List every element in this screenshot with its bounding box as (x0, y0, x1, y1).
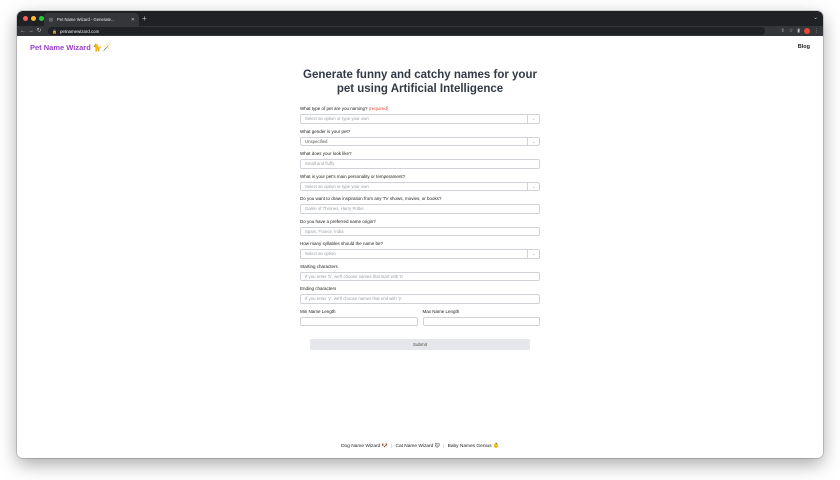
pet-type-field: What type of pet are you naming? (requir… (300, 106, 540, 124)
globe-icon: ◎ (48, 16, 54, 23)
window-controls (23, 16, 44, 21)
origin-label: Do you have a preferred name origin? (300, 218, 376, 224)
pet-type-label: What type of pet are you naming? (requir… (300, 106, 540, 112)
required-marker: (required) (368, 106, 389, 111)
inspiration-field: Do you want to draw inspiration from any… (300, 196, 540, 214)
max-length-input[interactable] (422, 316, 540, 326)
profile-avatar[interactable] (804, 28, 810, 34)
browser-toolbar: ← → ↻ 🔒 petnamewizard.com ⇪ ☆ ▮ ⋮ (17, 26, 823, 36)
url-text: petnamewizard.com (59, 28, 100, 34)
footer-links: Dog Name Wizard 🐶 | Cat Name Wizard 🐱 | … (17, 444, 823, 449)
baby-names-genius-link[interactable]: Baby Names Genius 👶 (448, 444, 499, 449)
chevron-down-icon[interactable]: ⌄ (813, 13, 818, 24)
min-length-label: Min Name Length (300, 308, 336, 314)
chevron-down-icon[interactable]: ⌄ (527, 182, 539, 191)
minimize-window-button[interactable] (31, 16, 36, 21)
gender-field: What gender is your pet? Unspecified ⌄ (300, 128, 540, 146)
tab-bar: ◎ Pet Name Wizard - Generate... ✕ + ⌄ (17, 11, 823, 26)
starting-label: Starting characters (300, 263, 338, 269)
ending-label: Ending characters (300, 286, 337, 291)
browser-window: ◎ Pet Name Wizard - Generate... ✕ + ⌄ ← … (17, 11, 823, 458)
inspiration-input[interactable]: Game of Thrones, Harry Potter (300, 204, 540, 214)
footer-separator: | (443, 444, 445, 449)
personality-label: What is your pet's main personality or t… (300, 173, 406, 179)
browser-tab[interactable]: ◎ Pet Name Wizard - Generate... ✕ (44, 13, 139, 26)
pet-name-form: What type of pet are you naming? (requir… (300, 106, 540, 350)
look-input[interactable]: Small and fluffy (300, 159, 540, 169)
origin-input[interactable]: Spain, France, India (300, 226, 540, 236)
page-title-text: Generate funny and catchy names for your… (303, 69, 537, 95)
pet-type-placeholder: Select an option or type your own (305, 116, 369, 121)
bookmark-star-icon[interactable]: ☆ (789, 28, 793, 34)
syllables-label: How many syllables should the name be? (300, 241, 384, 246)
gender-label: What gender is your pet? (300, 128, 351, 134)
chevron-down-icon[interactable]: ⌄ (527, 115, 539, 124)
toolbar-icons: ⇪ ☆ ▮ ⋮ (781, 26, 819, 36)
origin-field: Do you have a preferred name origin? Spa… (300, 218, 540, 236)
pet-type-select[interactable]: Select an option or type your own ⌄ (300, 114, 540, 124)
cat-name-wizard-link[interactable]: Cat Name Wizard 🐱 (396, 444, 440, 449)
close-window-button[interactable] (23, 16, 28, 21)
gender-select[interactable]: Unspecified ⌄ (300, 136, 540, 146)
chevron-down-icon[interactable]: ⌄ (527, 250, 539, 259)
page-title: Generate funny and catchy names for your… (17, 68, 823, 96)
footer-separator: | (390, 444, 393, 449)
syllables-select[interactable]: Select an option ⌄ (300, 249, 540, 259)
tab-title: Pet Name Wizard - Generate... (57, 17, 115, 22)
more-menu-icon[interactable]: ⋮ (814, 28, 819, 34)
dog-name-wizard-link[interactable]: Dog Name Wizard 🐶 (341, 444, 388, 449)
reload-icon[interactable]: ↻ (35, 26, 43, 36)
close-icon[interactable]: ✕ (131, 17, 135, 23)
share-icon[interactable]: ⇪ (781, 28, 785, 34)
inspiration-label: Do you want to draw inspiration from any… (300, 196, 442, 201)
starting-field: Starting characters If you enter 'b', we… (300, 263, 540, 281)
syllables-field: How many syllables should the name be? S… (300, 241, 540, 259)
blog-link[interactable]: Blog (798, 44, 810, 50)
max-length-field: Max Name Length (422, 308, 540, 332)
starting-input[interactable]: If you enter 'b', we'll choose names tha… (300, 271, 540, 281)
ending-input[interactable]: If you enter 'y', we'll choose names tha… (300, 294, 540, 304)
personality-select[interactable]: Select an option or type your own ⌄ (300, 181, 540, 191)
pet-type-label-text: What type of pet are you naming? (300, 106, 368, 111)
submit-button[interactable]: Submit (310, 339, 530, 350)
personality-placeholder: Select an option or type your own (305, 183, 369, 189)
site-logo[interactable]: Pet Name Wizard 🐈🪄 (30, 43, 112, 52)
syllables-placeholder: Select an option (305, 251, 336, 256)
look-field: What does your look like? Small and fluf… (300, 151, 540, 169)
length-row: Min Name Length Max Name Length (300, 309, 540, 332)
min-length-field: Min Name Length (300, 309, 418, 332)
forward-icon[interactable]: → (27, 26, 35, 36)
gender-value: Unspecified (305, 138, 328, 144)
address-bar[interactable]: 🔒 petnamewizard.com (48, 27, 765, 35)
sidebar-icon[interactable]: ▮ (797, 28, 800, 34)
min-length-input[interactable] (300, 316, 418, 326)
page-content: Pet Name Wizard 🐈🪄 Blog Generate funny a… (17, 36, 823, 458)
max-length-label: Max Name Length (422, 308, 460, 314)
chevron-down-icon[interactable]: ⌄ (527, 137, 539, 146)
ending-field: Ending characters If you enter 'y', we'l… (300, 286, 540, 304)
personality-field: What is your pet's main personality or t… (300, 173, 540, 191)
lock-icon: 🔒 (52, 28, 57, 34)
look-label: What does your look like? (300, 151, 352, 156)
back-icon[interactable]: ← (19, 26, 27, 36)
new-tab-button[interactable]: + (142, 13, 147, 24)
